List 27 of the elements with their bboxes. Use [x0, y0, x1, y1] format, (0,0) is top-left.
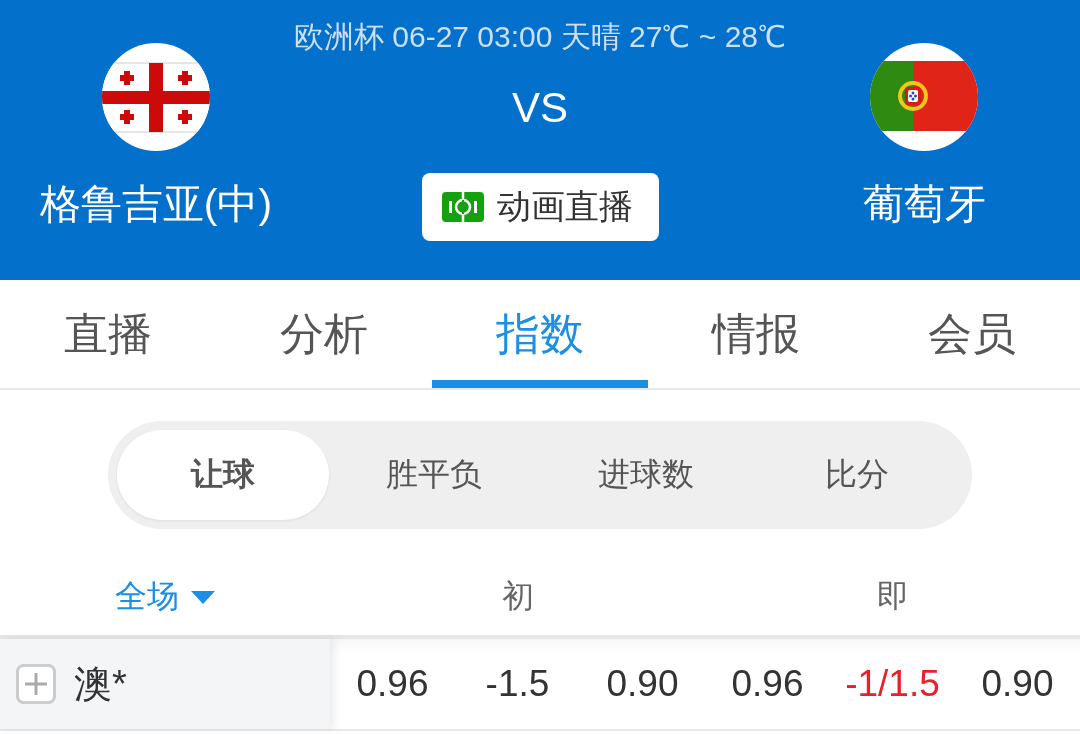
nav-tab[interactable]: 直播 [0, 280, 216, 388]
odds-type-option[interactable]: 胜平负 [328, 430, 540, 520]
away-team-name: 葡萄牙 [862, 180, 986, 229]
odds-value: 0.90 [606, 663, 679, 704]
odds-value: -1.5 [485, 663, 550, 704]
odds-value: 0.96 [356, 663, 429, 704]
odds-value: -1/1.5 [845, 663, 940, 704]
home-team-name: 格鲁吉亚(中) [39, 180, 273, 229]
odds-type-option[interactable]: 进球数 [540, 430, 752, 520]
animation-live-button[interactable]: 动画直播 [421, 173, 659, 241]
plus-icon[interactable] [16, 664, 56, 704]
company-name: 澳* [74, 661, 127, 707]
column-header: 即 [876, 578, 909, 614]
team-flag-icon [870, 43, 978, 151]
odds-type-option[interactable]: 让球 [117, 430, 329, 520]
pitch-icon [441, 192, 484, 222]
vs-label: VS [512, 83, 568, 133]
odds-value: 0.96 [731, 663, 804, 704]
nav-tab[interactable]: 会员 [864, 280, 1080, 388]
nav-tab[interactable]: 情报 [648, 280, 864, 388]
odds-value: 0.90 [981, 663, 1054, 704]
column-header: 初 [501, 578, 534, 614]
team-flag-icon [102, 43, 210, 151]
nav-tab[interactable]: 分析 [216, 280, 432, 388]
match-info: 欧洲杯 06-27 03:00 天晴 27℃ ~ 28℃ [293, 19, 787, 55]
caret-icon [191, 590, 215, 604]
odds-type-option[interactable]: 比分 [751, 430, 963, 520]
